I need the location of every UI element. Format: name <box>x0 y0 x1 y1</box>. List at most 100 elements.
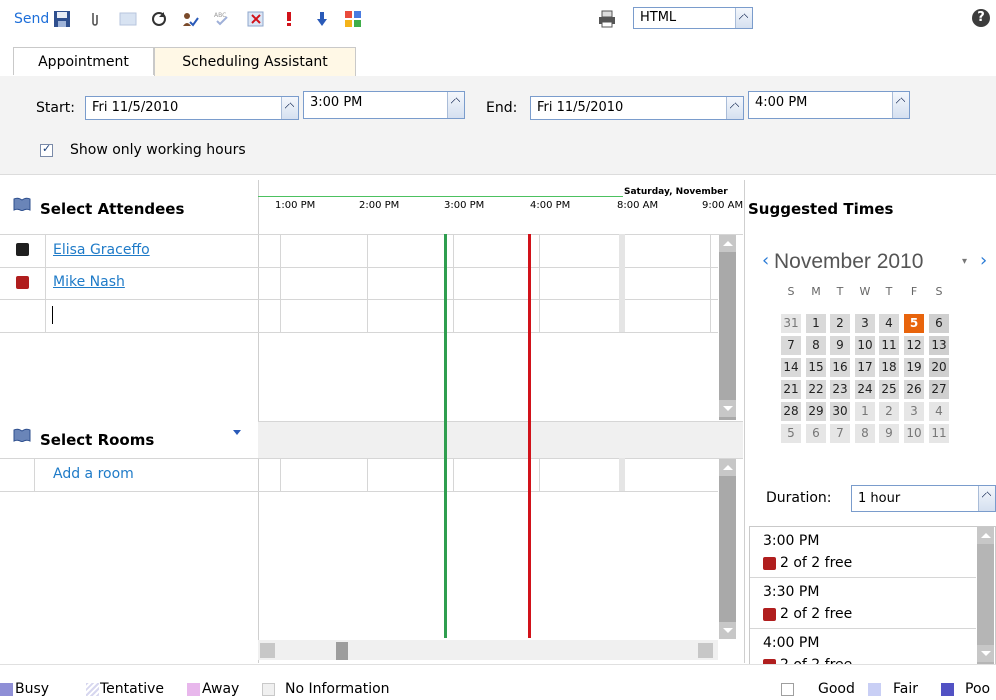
chevron-down-icon[interactable] <box>735 8 752 28</box>
month-title[interactable]: November 2010 <box>774 250 923 274</box>
calendar-day[interactable]: 26 <box>904 380 924 399</box>
categories-icon[interactable] <box>344 8 362 30</box>
scroll-up-button[interactable] <box>977 527 994 544</box>
attach-icon[interactable] <box>86 8 104 30</box>
calendar-day[interactable]: 22 <box>806 380 826 399</box>
start-time-select[interactable]: 3:00 PM <box>303 91 465 119</box>
calendar-day[interactable]: 6 <box>806 424 826 443</box>
tab-appointment[interactable]: Appointment <box>13 47 154 75</box>
scroll-down-button[interactable] <box>719 622 736 639</box>
importance-low-icon[interactable] <box>313 8 331 30</box>
vertical-scrollbar[interactable] <box>977 527 994 664</box>
calendar-day[interactable]: 1 <box>806 314 826 333</box>
calendar-day[interactable]: 3 <box>904 402 924 421</box>
calendar-day[interactable]: 9 <box>830 336 850 355</box>
calendar-day[interactable]: 18 <box>879 358 899 377</box>
start-date-select[interactable]: Fri 11/5/2010 <box>85 96 299 120</box>
calendar-day[interactable]: 9 <box>879 424 899 443</box>
calendar-day[interactable]: 2 <box>879 402 899 421</box>
calendar-day[interactable]: 28 <box>781 402 801 421</box>
add-room-link[interactable]: Add a room <box>53 466 134 482</box>
meeting-end-line[interactable] <box>528 234 531 638</box>
calendar-day[interactable]: 14 <box>781 358 801 377</box>
calendar-day[interactable]: 30 <box>830 402 850 421</box>
duration-select[interactable]: 1 hour <box>851 485 996 512</box>
vertical-scrollbar[interactable] <box>719 459 736 639</box>
scroll-right-button[interactable] <box>698 643 713 658</box>
calendar-day[interactable]: 11 <box>929 424 949 443</box>
check-names-icon[interactable] <box>181 8 199 30</box>
calendar-day[interactable]: 21 <box>781 380 801 399</box>
importance-high-icon[interactable] <box>280 8 298 30</box>
calendar-day[interactable]: 12 <box>904 336 924 355</box>
calendar-day[interactable]: 5 <box>781 424 801 443</box>
image-icon[interactable] <box>119 8 137 30</box>
calendar-day[interactable]: 23 <box>830 380 850 399</box>
calendar-day[interactable]: 29 <box>806 402 826 421</box>
spelling-icon[interactable]: ABC <box>213 8 231 30</box>
chevron-down-icon[interactable] <box>281 97 298 119</box>
calendar-day[interactable]: 7 <box>830 424 850 443</box>
next-month-icon[interactable]: › <box>980 250 987 271</box>
calendar-day[interactable]: 3 <box>855 314 875 333</box>
attendee-link[interactable]: Mike Nash <box>53 274 125 290</box>
chevron-down-icon[interactable] <box>978 486 995 511</box>
attendee-input[interactable] <box>52 306 53 324</box>
end-time-select[interactable]: 4:00 PM <box>748 91 910 119</box>
meeting-start-line[interactable] <box>444 234 447 638</box>
calendar-day[interactable]: 24 <box>855 380 875 399</box>
calendar-day[interactable]: 25 <box>879 380 899 399</box>
format-select[interactable]: HTML <box>633 7 753 29</box>
calendar-day[interactable]: 20 <box>929 358 949 377</box>
select-rooms-title[interactable]: Select Rooms <box>40 431 154 449</box>
chevron-down-icon[interactable] <box>726 97 743 119</box>
tab-scheduling-assistant[interactable]: Scheduling Assistant <box>154 47 356 76</box>
calendar-day[interactable]: 4 <box>929 402 949 421</box>
calendar-day-selected[interactable]: 5 <box>904 314 924 333</box>
calendar-day[interactable]: 11 <box>879 336 899 355</box>
scroll-left-button[interactable] <box>260 643 275 658</box>
scroll-up-button[interactable] <box>719 235 736 252</box>
calendar-day[interactable]: 10 <box>855 336 875 355</box>
calendar-day[interactable]: 8 <box>855 424 875 443</box>
select-attendees-title[interactable]: Select Attendees <box>40 200 184 218</box>
calendar-day[interactable]: 6 <box>929 314 949 333</box>
chevron-down-icon[interactable] <box>447 92 464 118</box>
address-book-icon[interactable] <box>13 197 31 211</box>
calendar-day[interactable]: 17 <box>855 358 875 377</box>
chevron-down-icon[interactable]: ▾ <box>962 256 967 267</box>
attendee-link[interactable]: Elisa Graceffo <box>53 242 150 258</box>
delete-icon[interactable] <box>247 8 265 30</box>
calendar-day[interactable]: 10 <box>904 424 924 443</box>
calendar-day[interactable]: 1 <box>855 402 875 421</box>
scroll-down-button[interactable] <box>977 645 994 662</box>
calendar-day[interactable]: 4 <box>879 314 899 333</box>
suggested-slot[interactable]: 3:00 PM 2 of 2 free <box>750 527 976 578</box>
chevron-down-icon[interactable] <box>233 430 241 435</box>
calendar-day[interactable]: 7 <box>781 336 801 355</box>
calendar-day[interactable]: 31 <box>781 314 801 333</box>
calendar-day[interactable]: 13 <box>929 336 949 355</box>
calendar-day[interactable]: 19 <box>904 358 924 377</box>
vertical-scrollbar[interactable] <box>719 235 736 420</box>
send-button[interactable]: Send <box>14 8 49 30</box>
suggested-slot[interactable]: 4:00 PM 2 of 2 free <box>750 629 976 664</box>
working-hours-checkbox[interactable] <box>40 142 53 157</box>
calendar-day[interactable]: 15 <box>806 358 826 377</box>
calendar-day[interactable]: 27 <box>929 380 949 399</box>
refresh-icon[interactable] <box>150 8 168 30</box>
calendar-day[interactable]: 2 <box>830 314 850 333</box>
horizontal-scrollbar[interactable] <box>258 640 718 660</box>
horizontal-scroll-thumb[interactable] <box>336 642 348 660</box>
scroll-up-button[interactable] <box>719 459 736 476</box>
calendar-day[interactable]: 8 <box>806 336 826 355</box>
address-book-icon[interactable] <box>13 428 31 442</box>
chevron-down-icon[interactable] <box>892 92 909 118</box>
print-icon[interactable] <box>598 8 616 30</box>
suggested-slot[interactable]: 3:30 PM 2 of 2 free <box>750 578 976 629</box>
end-date-select[interactable]: Fri 11/5/2010 <box>530 96 744 120</box>
help-icon[interactable]: ? <box>972 9 990 27</box>
calendar-day[interactable]: 16 <box>830 358 850 377</box>
save-icon[interactable] <box>53 8 71 30</box>
prev-month-icon[interactable]: ‹ <box>762 250 769 271</box>
